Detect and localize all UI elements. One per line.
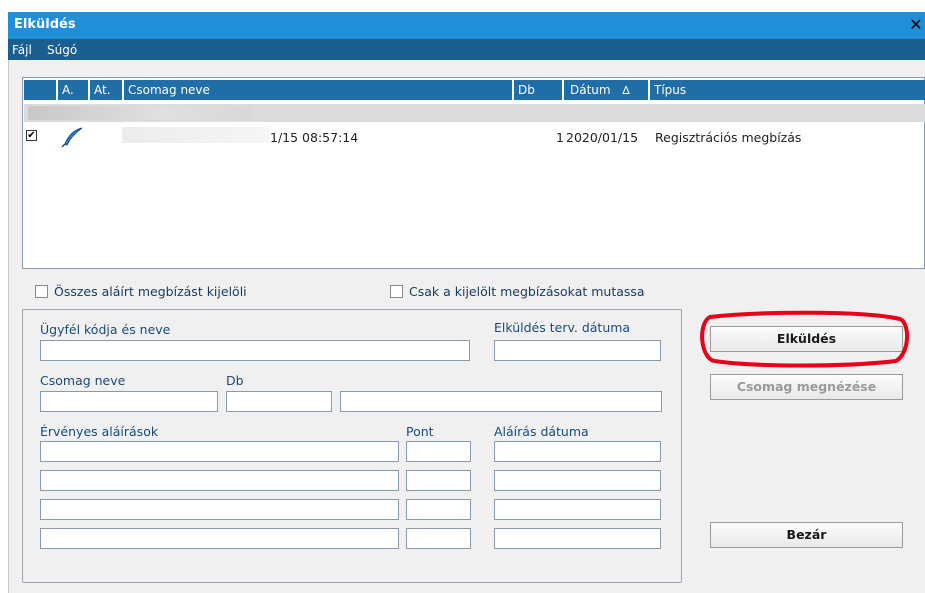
close-icon[interactable]: ✕ bbox=[907, 16, 925, 34]
title-bar bbox=[8, 12, 925, 39]
send-button[interactable]: Elküldés bbox=[710, 326, 903, 352]
column-header-select[interactable] bbox=[24, 80, 58, 100]
group-row-redacted bbox=[28, 106, 252, 120]
signature-field[interactable] bbox=[40, 441, 399, 462]
db-label: Db bbox=[226, 373, 244, 388]
select-all-signed-label: Összes aláírt megbízást kijelöli bbox=[54, 284, 247, 299]
package-name-field[interactable] bbox=[40, 391, 218, 412]
show-selected-only-label: Csak a kijelölt megbízásokat mutassa bbox=[409, 284, 645, 299]
client-field[interactable] bbox=[40, 340, 470, 361]
feather-pen-icon bbox=[60, 126, 86, 148]
view-package-button[interactable]: Csomag megnézése bbox=[710, 374, 903, 400]
row-datum: 2020/01/15 bbox=[566, 130, 639, 145]
sign-date-field[interactable] bbox=[494, 441, 661, 462]
menu-bar bbox=[8, 39, 925, 60]
package-extra-field[interactable] bbox=[340, 391, 662, 412]
column-header-csomag-neve[interactable]: Csomag neve bbox=[124, 80, 514, 100]
sign-date-label: Aláírás dátuma bbox=[494, 424, 589, 439]
row-name-redacted bbox=[122, 127, 270, 143]
menu-file[interactable]: Fájl bbox=[12, 43, 32, 57]
valid-signatures-label: Érvényes aláírások bbox=[40, 424, 159, 439]
send-date-field[interactable] bbox=[494, 340, 661, 361]
show-selected-only-checkbox[interactable] bbox=[390, 285, 403, 298]
signature-field[interactable] bbox=[40, 499, 399, 520]
column-header-db[interactable]: Db bbox=[514, 80, 564, 100]
column-header-tipus[interactable]: Típus bbox=[650, 80, 925, 100]
close-button[interactable]: Bezár bbox=[710, 522, 903, 548]
pont-label: Pont bbox=[406, 424, 434, 439]
client-label: Ügyfél kódja és neve bbox=[40, 322, 171, 337]
signature-field[interactable] bbox=[40, 528, 399, 549]
column-header-datum[interactable]: Dátum ∆ bbox=[564, 80, 650, 100]
db-field[interactable] bbox=[226, 391, 332, 412]
row-db: 1 bbox=[556, 130, 564, 145]
package-name-label: Csomag neve bbox=[40, 373, 126, 388]
sign-date-field[interactable] bbox=[494, 470, 661, 491]
send-date-label: Elküldés terv. dátuma bbox=[494, 320, 631, 335]
window-title: Elküldés bbox=[14, 17, 76, 32]
menu-help[interactable]: Súgó bbox=[47, 43, 77, 57]
signature-field[interactable] bbox=[40, 470, 399, 491]
row-checkbox[interactable]: ✔ bbox=[26, 130, 37, 141]
pont-field[interactable] bbox=[406, 499, 471, 520]
column-header-at[interactable]: At. bbox=[90, 80, 124, 100]
sort-ascending-icon: ∆ bbox=[622, 84, 630, 97]
column-header-a[interactable]: A. bbox=[58, 80, 90, 100]
pont-field[interactable] bbox=[406, 441, 471, 462]
sign-date-field[interactable] bbox=[494, 528, 661, 549]
column-header-datum-label: Dátum bbox=[570, 83, 611, 97]
select-all-signed-checkbox[interactable] bbox=[35, 285, 48, 298]
pont-field[interactable] bbox=[406, 470, 471, 491]
sign-date-field[interactable] bbox=[494, 499, 661, 520]
pont-field[interactable] bbox=[406, 528, 471, 549]
row-tipus: Regisztrációs megbízás bbox=[655, 130, 802, 145]
row-csomag-neve: 1/15 08:57:14 bbox=[270, 130, 359, 145]
